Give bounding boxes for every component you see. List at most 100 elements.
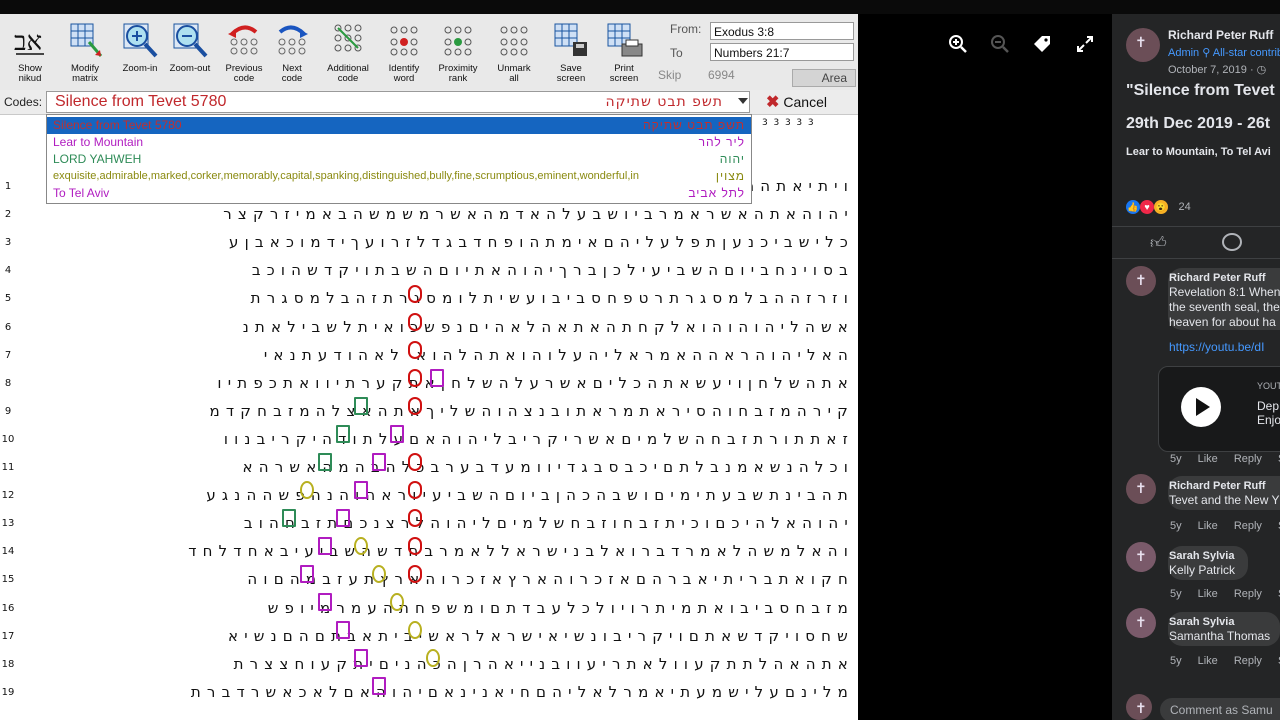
comment-text: Kelly Patrick [1169,563,1236,577]
to-field[interactable]: Numbers 21:7 [710,43,854,61]
letter-row[interactable]: קירהמזבחוהסיראתמראתובנצהוהשליךאתהאצלהמזב… [18,402,854,420]
avatar[interactable] [1126,28,1160,62]
reply-link[interactable]: Reply [1234,655,1262,667]
code-mark [282,509,296,527]
code-mark [408,369,422,387]
dropdown-option[interactable]: LORD YAHWEH יהוה [47,151,751,168]
proximity-rank-button[interactable]: Proximity rank [432,20,484,90]
code-mark [390,593,404,611]
letter-row[interactable]: חקואתבריתיאברהםאזכרוהארץאזכרוהארץתעזבמהם… [18,570,854,588]
code-mark [408,565,422,583]
tag-icon[interactable] [1032,34,1052,59]
show-nikud-label: Show nikud [18,63,42,84]
letter-row[interactable]: בסוינחביוםהשביעילכןברךיהוהאתיוםהשבתויקדש… [18,261,854,279]
area-button[interactable]: Area [792,69,856,87]
row-number: 6 [4,321,12,333]
photo-viewer-controls [858,14,1112,720]
dropdown-option[interactable]: Lear to Mountain ליר להר [47,134,751,151]
youtube-link[interactable]: https://youtu.be/dI [1169,340,1264,354]
print-screen-label: Print screen [609,63,639,84]
reactions[interactable]: 👍 ♥ 😮 24 [1126,197,1191,215]
avatar[interactable] [1126,474,1156,504]
save-screen-button[interactable]: Save screen [545,20,597,90]
fullscreen-icon[interactable] [1076,34,1094,58]
letter-row[interactable]: האליהוהראההאמראליהעלוהואתהלהוא לאהודעתנא… [18,346,854,364]
dropdown-option[interactable]: To Tel Aviv לתל אביב [47,185,751,202]
letter-row[interactable]: וכלהנשאמנבלתםיכבסבגדיוומעדבערבכלהבהמהאשר… [18,458,854,476]
video-title: Dep [1257,399,1280,413]
row-number: 16 [1,602,15,614]
comment-icon[interactable] [1222,233,1242,251]
like-link[interactable]: Like [1198,655,1218,667]
reply-link[interactable]: Reply [1234,588,1262,600]
row-number: 4 [4,265,12,277]
video-preview-card[interactable]: YOUT Dep Enjo [1158,366,1280,452]
zoom-out-icon[interactable] [990,34,1010,59]
letter-row[interactable]: שחסויקדשאתםויקריבונשיאישראלראשיביתאבתםהם… [18,627,854,645]
comment-input-placeholder: Comment as Samu [1170,703,1273,717]
like-link[interactable]: Like [1198,520,1218,532]
avatar[interactable] [1126,542,1156,572]
comment-author[interactable]: Richard Peter Ruff [1169,272,1266,284]
post-date[interactable]: October 7, 2019 · ◷ [1168,63,1266,76]
post-author[interactable]: Richard Peter Ruff [1168,28,1273,42]
code-mark [354,649,368,667]
unmark-all-button[interactable]: Unmark all [488,20,540,90]
save-screen-label: Save screen [556,63,586,84]
like-reaction-icon: 👍 [1126,200,1140,214]
letter-row[interactable]: זאתתורתזבחהשלמיםאשריקריבליהוהאםעלתודהיקר… [18,430,854,448]
letter-row[interactable]: יהוהאתהאשראמרביושבעלהאדמהאשרמשמשהבאמיזרק… [18,205,854,223]
like-link[interactable]: Like [1198,588,1218,600]
letter-row[interactable]: כלישביכנעןתפלעליהםאימתהופחדבגדלזרועךידמו… [18,233,854,251]
codes-select[interactable]: Silence from Tevet 5780 תשפ תבט שתיקה [46,91,750,113]
letter-row[interactable]: מלינםעלישמעתיאמרלאליהםחיאנינאםיהוהאםלאכא… [18,683,854,701]
letter-row[interactable]: וזרזההבלמסגרתרטפחסביבועשיתלומסגרתזהבלמסג… [18,289,854,307]
chevron-down-icon[interactable] [738,98,748,104]
row-number: 8 [4,377,12,389]
avatar[interactable] [1126,266,1156,296]
from-field[interactable]: Exodus 3:8 [710,22,854,40]
post-title-line2: 29th Dec 2019 - 26t [1126,115,1271,132]
zoom-in-button[interactable]: Zoom-in [114,20,166,90]
avatar[interactable] [1126,608,1156,638]
dropdown-option[interactable]: Silence from Tevet 5780 תשפ תבט שתיקה [47,117,751,134]
avatar [1126,694,1152,720]
like-link[interactable]: Like [1198,453,1218,465]
comment-author[interactable]: Richard Peter Ruff [1169,480,1266,492]
letter-row[interactable]: יהוהאלהיכםוכיתזבחוזבחשלמיםליהוהלרצנכםתזב… [18,514,854,532]
modify-matrix-button[interactable]: Modify matrix [59,20,111,90]
post-badges: Admin ⚲ All-star contributor [1168,47,1280,59]
show-nikud-button[interactable]: אב Show nikud [4,20,56,90]
previous-code-button[interactable]: Previous code [218,20,270,90]
comment-input[interactable]: Comment as Samu [1160,698,1280,720]
comment-author[interactable]: Sarah Sylvia [1169,616,1234,628]
zoom-out-button[interactable]: Zoom-out [164,20,216,90]
dropdown-option[interactable]: exquisite,admirable,marked,corker,memora… [47,168,751,185]
cancel-button[interactable]: ✖ Cancel [766,92,830,112]
codes-row: Codes: Silence from Tevet 5780 תשפ תבט ש… [0,90,858,115]
code-mark [390,425,404,443]
previous-code-label: Previous code [225,63,263,84]
code-mark [318,593,332,611]
next-code-button[interactable]: Next code [266,20,318,90]
additional-code-button[interactable]: Additional code [322,20,374,90]
play-icon[interactable] [1181,387,1221,427]
comment-author[interactable]: Sarah Sylvia [1169,550,1234,562]
reply-link[interactable]: Reply [1234,453,1262,465]
code-mark [318,537,332,555]
code-mark [408,397,422,415]
code-mark [354,481,368,499]
letter-row[interactable]: אשהליהוהוהואלקחתהאתאהלאהיםנפשכואיתלשבילא… [18,318,854,336]
letter-row[interactable]: תהבינתשבעתימיםושבהכהןביוםהשביעיוראהוהנהפ… [18,486,854,504]
letter-row[interactable]: מזבחסביבואתמיתרויולכלעבדתםומשפחתהעמרמיופ… [18,599,854,617]
letter-row[interactable]: והאלמשהלאמרדברואלבנישראללאמרבחדשהשביעיבא… [18,542,854,560]
reply-link[interactable]: Reply [1234,520,1262,532]
like-icon[interactable]: 👍︎ [1150,234,1167,253]
letter-matrix[interactable]: 3 3 3 3 3 1ויתיאתהראשמראןבצשבטאראיכקשלגצ… [0,114,858,720]
identify-word-button[interactable]: Identify word [378,20,430,90]
row-number: 5 [4,293,12,305]
print-screen-button[interactable]: Print screen [598,20,650,90]
row-number: 18 [1,658,15,670]
code-mark [408,285,422,303]
zoom-in-icon[interactable] [948,34,968,59]
